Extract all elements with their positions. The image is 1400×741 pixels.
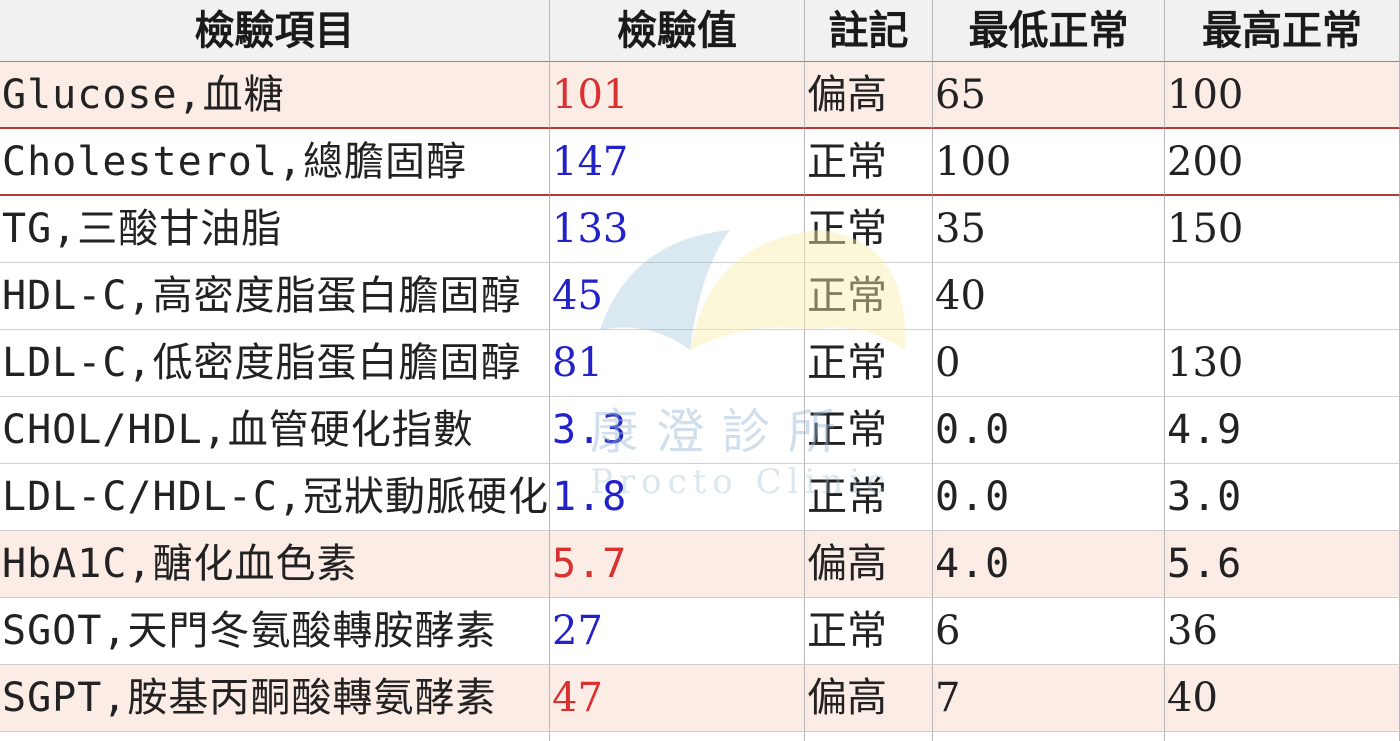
max-cell[interactable]: 5.6 [1165, 531, 1400, 598]
note-cell[interactable]: 正常 [805, 263, 933, 330]
value-cell[interactable]: 47 [550, 665, 805, 732]
min-cell[interactable]: 4.0 [933, 531, 1165, 598]
note-cell[interactable]: 正常 [805, 330, 933, 397]
item-cell[interactable]: CHOL/HDL,血管硬化指數 [0, 397, 550, 464]
item-cell-partial [0, 732, 550, 741]
note-cell[interactable]: 偏高 [805, 531, 933, 598]
min-cell[interactable]: 35 [933, 196, 1165, 263]
min-cell[interactable]: 0 [933, 330, 1165, 397]
header-note[interactable]: 註記 [805, 0, 933, 62]
note-cell[interactable]: 正常 [805, 129, 933, 196]
min-cell[interactable]: 65 [933, 62, 1165, 129]
max-cell[interactable]: 130 [1165, 330, 1400, 397]
max-cell[interactable]: 150 [1165, 196, 1400, 263]
max-cell[interactable]: 200 [1165, 129, 1400, 196]
value-cell[interactable]: 133 [550, 196, 805, 263]
item-cell[interactable]: Cholesterol,總膽固醇 [0, 129, 550, 196]
item-cell[interactable]: HbA1C,醣化血色素 [0, 531, 550, 598]
note-cell-partial [805, 732, 933, 741]
min-cell-partial [933, 732, 1165, 741]
max-cell[interactable]: 36 [1165, 598, 1400, 665]
value-cell[interactable]: 1.8 [550, 464, 805, 531]
value-cell[interactable]: 5.7 [550, 531, 805, 598]
min-cell[interactable]: 6 [933, 598, 1165, 665]
max-cell[interactable]: 40 [1165, 665, 1400, 732]
header-item[interactable]: 檢驗項目 [0, 0, 550, 62]
header-value[interactable]: 檢驗值 [550, 0, 805, 62]
note-cell[interactable]: 偏高 [805, 62, 933, 129]
note-cell[interactable]: 正常 [805, 598, 933, 665]
lab-results-table: 檢驗項目 檢驗值 註記 最低正常 最高正常 Glucose,血糖 101 偏高 … [0, 0, 1400, 741]
item-cell[interactable]: SGPT,胺基丙酮酸轉氨酵素 [0, 665, 550, 732]
note-cell[interactable]: 正常 [805, 397, 933, 464]
item-cell[interactable]: LDL-C,低密度脂蛋白膽固醇 [0, 330, 550, 397]
value-cell[interactable]: 45 [550, 263, 805, 330]
value-cell[interactable]: 147 [550, 129, 805, 196]
min-cell[interactable]: 7 [933, 665, 1165, 732]
min-cell[interactable]: 100 [933, 129, 1165, 196]
min-cell[interactable]: 0.0 [933, 397, 1165, 464]
item-cell[interactable]: HDL-C,高密度脂蛋白膽固醇 [0, 263, 550, 330]
value-cell[interactable]: 101 [550, 62, 805, 129]
value-cell[interactable]: 27 [550, 598, 805, 665]
min-cell[interactable]: 0.0 [933, 464, 1165, 531]
max-cell[interactable] [1165, 263, 1400, 330]
value-cell-partial [550, 732, 805, 741]
note-cell[interactable]: 正常 [805, 196, 933, 263]
header-min[interactable]: 最低正常 [933, 0, 1165, 62]
value-cell[interactable]: 3.3 [550, 397, 805, 464]
min-cell[interactable]: 40 [933, 263, 1165, 330]
note-cell[interactable]: 正常 [805, 464, 933, 531]
max-cell[interactable]: 4.9 [1165, 397, 1400, 464]
note-cell[interactable]: 偏高 [805, 665, 933, 732]
max-cell[interactable]: 100 [1165, 62, 1400, 129]
value-cell[interactable]: 81 [550, 330, 805, 397]
item-cell[interactable]: TG,三酸甘油脂 [0, 196, 550, 263]
header-max[interactable]: 最高正常 [1165, 0, 1400, 62]
max-cell-partial [1165, 732, 1400, 741]
item-cell[interactable]: SGOT,天門冬氨酸轉胺酵素 [0, 598, 550, 665]
item-cell[interactable]: LDL-C/HDL-C,冠狀動脈硬化 [0, 464, 550, 531]
max-cell[interactable]: 3.0 [1165, 464, 1400, 531]
item-cell[interactable]: Glucose,血糖 [0, 62, 550, 129]
